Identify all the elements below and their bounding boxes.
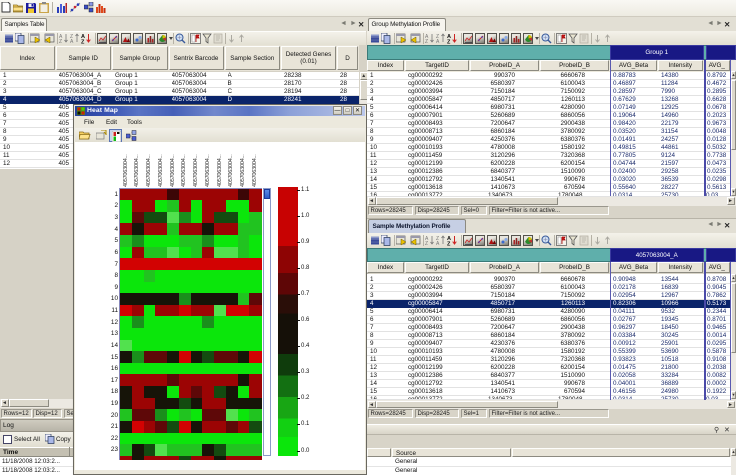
svg-text:Z: Z (59, 39, 62, 44)
svg-text:A: A (436, 241, 440, 246)
svg-text:A: A (436, 39, 440, 44)
svg-text:Z: Z (425, 39, 428, 44)
svg-text:A: A (70, 39, 74, 44)
svg-text:Z: Z (447, 242, 451, 247)
svg-text:Z: Z (425, 241, 428, 246)
svg-text:Z: Z (81, 40, 85, 45)
svg-text:Z: Z (447, 40, 451, 45)
